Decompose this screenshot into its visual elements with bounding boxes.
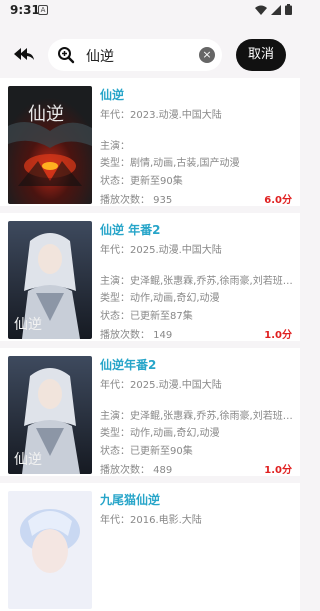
clear-icon[interactable]: × (199, 47, 215, 63)
search-query-text: 仙逆 (86, 49, 114, 65)
result-card[interactable]: 仙逆 仙逆 年番2 年代：2025.动漫.中国大陆 主演：史泽鲲,张惠霖,乔苏,… (0, 213, 300, 341)
notification-icon: A (38, 5, 48, 15)
result-year: 年代：2025.动漫.中国大陆 (100, 245, 222, 256)
result-title[interactable]: 九尾猫仙逆 (100, 491, 160, 508)
result-cast: 主演：史泽鲲,张惠霖,乔苏,徐雨豪,刘若班,… (100, 276, 293, 287)
poster-calligraphy: 仙逆 (14, 452, 42, 468)
result-card[interactable]: 九尾猫仙逆 年代：2016.电影.大陆 (0, 483, 300, 611)
poster-calligraphy: 仙逆 (28, 104, 64, 125)
poster-image[interactable]: 仙逆 (8, 356, 92, 474)
result-year: 年代：2016.电影.大陆 (100, 515, 202, 526)
signal-icon (271, 4, 281, 15)
result-rating: 6.0分 (264, 195, 292, 206)
result-rating: 1.0分 (264, 465, 292, 476)
result-year: 年代：2025.动漫.中国大陆 (100, 380, 222, 391)
result-card[interactable]: 仙逆 仙逆年番2 年代：2025.动漫.中国大陆 主演：史泽鲲,张惠霖,乔苏,徐… (0, 348, 300, 476)
result-title[interactable]: 仙逆年番2 (100, 356, 156, 373)
search-icon (58, 47, 75, 64)
status-bar: 9:31 A (0, 0, 300, 22)
result-genre: 类型：动作,动画,奇幻,动漫 (100, 428, 220, 439)
result-title[interactable]: 仙逆 (100, 86, 124, 103)
result-status: 状态：更新至90集 (100, 176, 183, 187)
result-year: 年代：2023.动漫.中国大陆 (100, 110, 222, 121)
search-input[interactable]: 仙逆 × (48, 39, 222, 71)
cancel-button[interactable]: 取消 (236, 39, 286, 71)
wifi-icon (255, 5, 267, 15)
status-time: 9:31 (10, 3, 40, 17)
result-genre: 类型：剧情,动画,古装,国产动漫 (100, 158, 240, 169)
double-back-arrow-icon (14, 48, 34, 60)
result-card[interactable]: 仙逆 仙逆 年代：2023.动漫.中国大陆 主演： 类型：剧情,动画,古装,国产… (0, 78, 300, 206)
result-rating: 1.0分 (264, 330, 292, 341)
poster-calligraphy: 仙逆 (14, 317, 42, 333)
status-icons (255, 4, 292, 15)
result-title[interactable]: 仙逆 年番2 (100, 221, 161, 238)
battery-icon (285, 4, 292, 15)
poster-image[interactable] (8, 491, 92, 609)
result-genre: 类型：动作,动画,奇幻,动漫 (100, 293, 220, 304)
poster-image[interactable]: 仙逆 (8, 86, 92, 204)
back-button[interactable] (12, 44, 36, 66)
search-row: 仙逆 × 取消 (0, 36, 300, 74)
result-status: 状态：已更新至87集 (100, 311, 193, 322)
poster-image[interactable]: 仙逆 (8, 221, 92, 339)
result-status: 状态：已更新至90集 (100, 446, 193, 457)
result-cast: 主演： (100, 141, 130, 152)
result-cast: 主演：史泽鲲,张惠霖,乔苏,徐雨豪,刘若班,… (100, 411, 293, 422)
